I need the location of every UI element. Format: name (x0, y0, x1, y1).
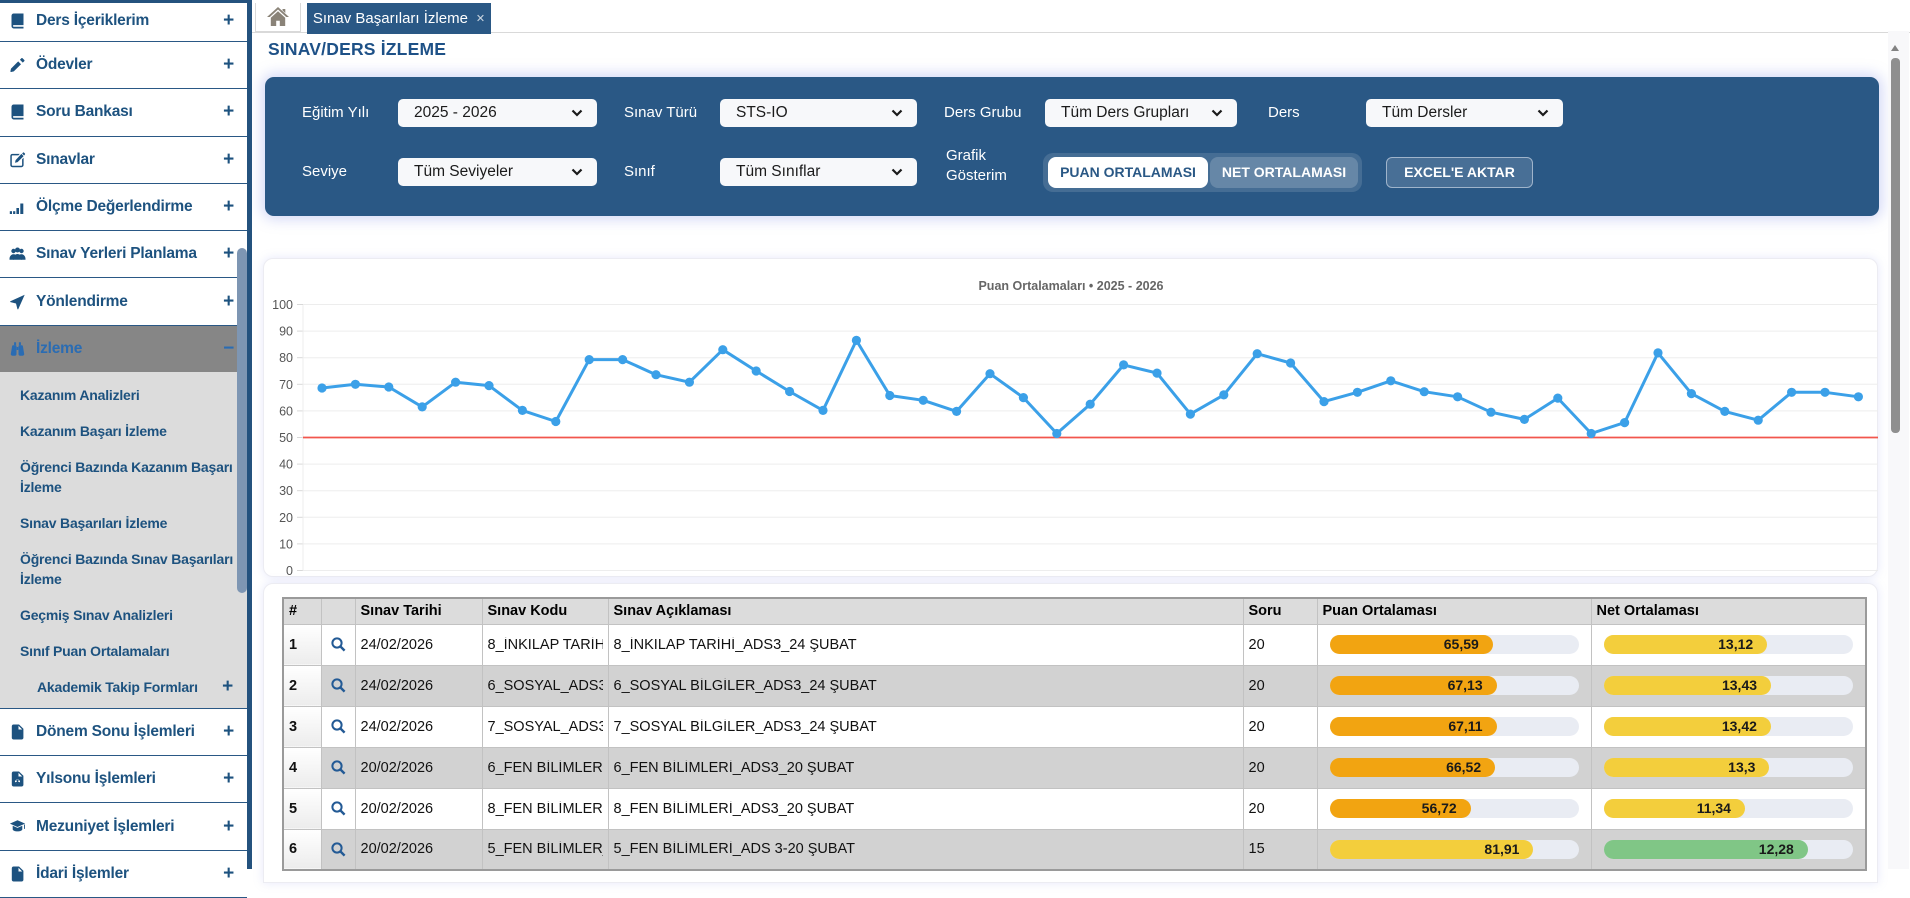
svg-text:40: 40 (279, 458, 293, 472)
svg-text:100: 100 (272, 298, 293, 312)
svg-text:70: 70 (279, 378, 293, 392)
svg-text:90: 90 (279, 325, 293, 339)
svg-text:10: 10 (279, 537, 293, 551)
svg-text:20: 20 (279, 511, 293, 525)
svg-text:0: 0 (286, 564, 293, 578)
svg-text:50: 50 (279, 431, 293, 445)
svg-text:80: 80 (279, 351, 293, 365)
svg-text:60: 60 (279, 404, 293, 418)
svg-text:Puan Ortalamaları • 2025 - 202: Puan Ortalamaları • 2025 - 2026 (978, 279, 1163, 293)
svg-text:30: 30 (279, 484, 293, 498)
